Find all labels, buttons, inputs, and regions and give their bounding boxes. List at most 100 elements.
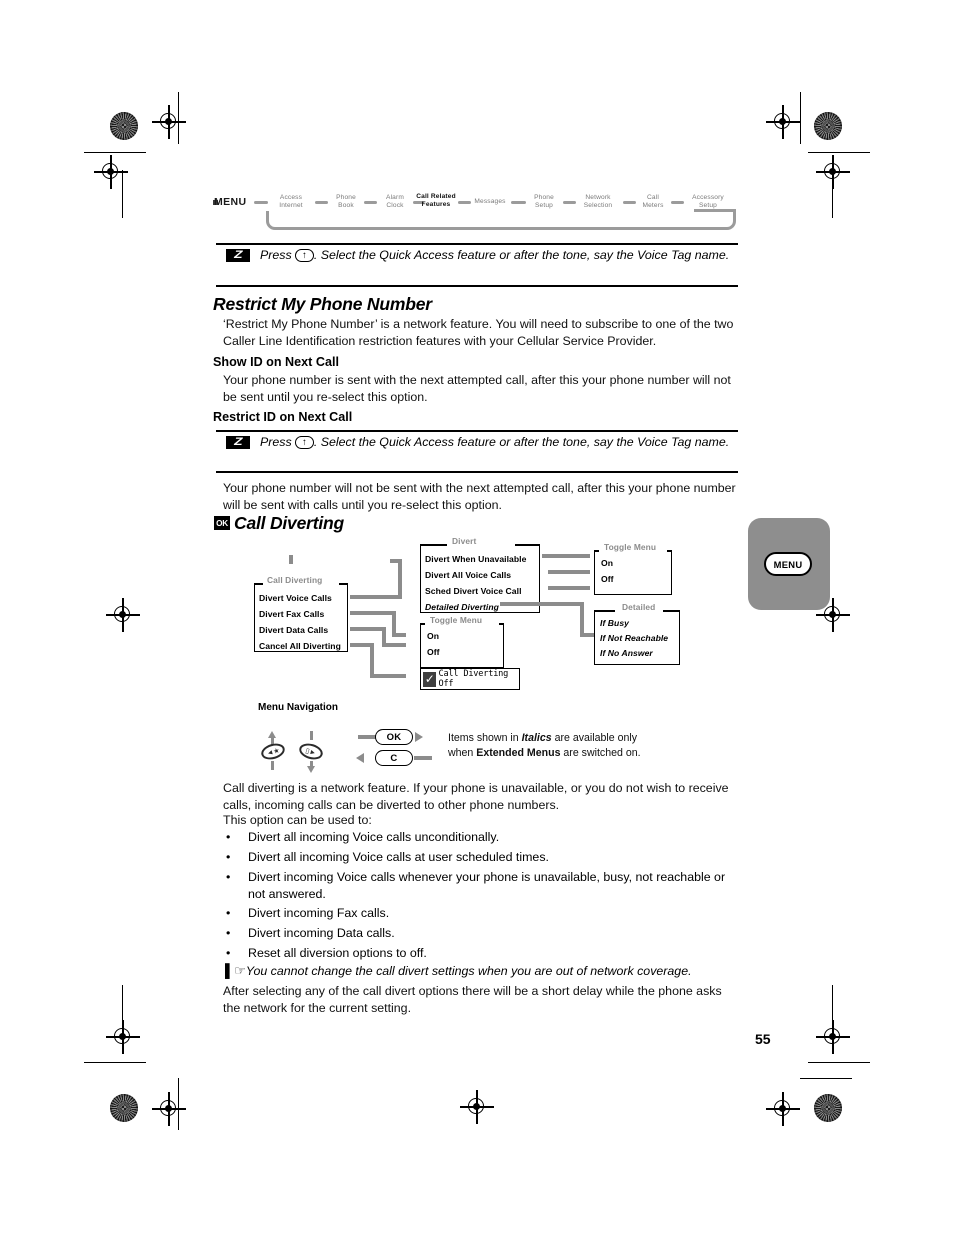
box-top-right-segment (663, 610, 679, 612)
diagram-box-caption: Toggle Menu (601, 542, 660, 552)
breadcrumb-item-line1: Phone (336, 194, 356, 201)
crop-line-top-left-h (84, 152, 146, 154)
density-patch-top-left (110, 112, 138, 140)
breadcrumb-item-line1: Accessory (692, 194, 724, 201)
breadcrumb-item-phone-book[interactable]: Phone Book (327, 194, 365, 209)
clear-line-right (414, 756, 432, 760)
up-key-cap: ↑ (295, 249, 314, 262)
diagram-item-divert-fax-calls[interactable]: Divert Fax Calls (259, 609, 324, 619)
crop-line-top-right-v (800, 92, 802, 144)
box-top-right-segment (339, 583, 347, 585)
connector-cancel-v (370, 643, 374, 678)
breadcrumb-item-phone-setup[interactable]: Phone Setup (524, 194, 564, 209)
show-id-body: Your phone number is sent with the next … (223, 373, 731, 404)
nav-key-right[interactable]: ▯► (297, 740, 325, 763)
call-diverting-intro2: This option can be used to: (223, 813, 372, 827)
registration-mark-bottom-left (152, 1092, 186, 1126)
legend-note-text: Items shown in Italics are available onl… (448, 731, 648, 760)
breadcrumb-item-line2: Setup (535, 201, 553, 209)
note-second-text: Press ↑. Select the Quick Access feature… (260, 434, 738, 451)
menu-navigation-title: Menu Navigation (258, 702, 339, 713)
breadcrumb-item-network-selection[interactable]: Network Selection (574, 194, 622, 209)
diagram-box-toggle-menu-top: Toggle Menu On Off (594, 542, 672, 595)
note-second-press-label: Press (260, 435, 296, 449)
diagram-checkbox-call-diverting-off[interactable]: ✓ Call Diverting Off (420, 668, 520, 690)
diagram-item-sched-divert-voice-call[interactable]: Sched Divert Voice Call (425, 586, 522, 596)
ok-button[interactable]: OK (375, 729, 413, 745)
diagram-item-divert-voice-calls[interactable]: Divert Voice Calls (259, 593, 332, 603)
diagram-item-toggle-off[interactable]: Off (601, 574, 614, 584)
up-key-cap: ↑ (295, 436, 314, 449)
breadcrumb-item-line2: Setup (699, 201, 717, 209)
connector-unavailable-to-toggle (542, 554, 590, 558)
diagram-box-caption: Call Diverting (264, 575, 326, 585)
breadcrumb-item-line2: Selection (583, 201, 613, 209)
crop-line-bottom-left-v (178, 1078, 180, 1130)
diagram-item-if-not-reachable[interactable]: If Not Reachable (600, 633, 668, 643)
call-diverting-intro1: Call diverting is a network feature. If … (223, 781, 729, 812)
ok-badge-icon: OK (214, 516, 230, 530)
connector-cancel-tip (370, 674, 406, 678)
diagram-item-toggle-on[interactable]: On (427, 631, 439, 641)
breadcrumb-dash (254, 201, 268, 205)
diagram-item-if-busy[interactable]: If Busy (600, 618, 629, 628)
diagram-item-toggle-off[interactable]: Off (427, 647, 440, 657)
show-id-heading: Show ID on Next Call (213, 355, 339, 369)
breadcrumb-rail (266, 211, 736, 230)
registration-mark-left-lower (106, 1020, 140, 1054)
voice-tag-icon: Z (226, 249, 250, 262)
diagram-item-toggle-on[interactable]: On (601, 558, 613, 568)
box-top-left-segment (255, 583, 263, 585)
diagram-item-detailed-diverting[interactable]: Detailed Diverting (425, 602, 499, 612)
density-patch-top-right (814, 112, 842, 140)
nav-key-left[interactable]: ◄★ (259, 740, 287, 763)
side-tab-menu[interactable]: MENU (748, 518, 830, 610)
bullet-text: Divert incoming Data calls. (248, 926, 395, 940)
breadcrumb-item-access-internet[interactable]: Access Internet (268, 194, 314, 209)
page-title: Restrict My Phone Number (213, 294, 432, 314)
diagram-item-divert-all-voice-calls[interactable]: Divert All Voice Calls (425, 570, 511, 580)
connector-voice-h (350, 595, 402, 599)
legend-note-extended-menus: Extended Menus (476, 746, 561, 759)
list-item: • Divert incoming Voice calls whenever y… (226, 869, 734, 902)
breadcrumb-item-line1: Access (279, 194, 303, 201)
registration-mark-top-right (766, 105, 800, 139)
legend-note-part1: Items shown in (448, 732, 522, 744)
diagram-item-if-no-answer[interactable]: If No Answer (600, 648, 653, 658)
connector-data-h (350, 627, 386, 631)
list-item: • Reset all diversion options to off. (226, 945, 734, 962)
list-item: • Divert all incoming Voice calls uncond… (226, 829, 734, 846)
diagram-entry-stub (289, 555, 293, 564)
note-second-rule-above (216, 430, 738, 432)
diagram-box-toggle-menu-mid: Toggle Menu On Off (420, 615, 504, 668)
connector-allvoice-to-toggle (548, 570, 590, 574)
breadcrumb-menu-label: MENU (214, 196, 247, 208)
diagram-item-divert-when-unavailable[interactable]: Divert When Unavailable (425, 554, 526, 564)
nav-up-arrow-icon (268, 731, 276, 738)
nav-down-arrow-icon (307, 766, 315, 773)
bullet-icon: • (226, 830, 231, 844)
checkmark-icon: ✓ (423, 671, 437, 687)
connector-sched-to-toggle (548, 586, 590, 590)
breadcrumb: MENU Access Internet Phone Book Alarm Cl… (213, 190, 738, 232)
diagram-item-cancel-all-diverting[interactable]: Cancel All Diverting (259, 641, 341, 651)
clear-button[interactable]: C (375, 750, 413, 766)
call-diverting-heading: Call Diverting (234, 513, 345, 533)
breadcrumb-item-line1: Phone (534, 194, 554, 201)
breadcrumb-item-call-meters[interactable]: Call Meters (634, 194, 672, 209)
registration-mark-right-lower (816, 1020, 850, 1054)
diagram-box-caption: Divert (449, 536, 480, 546)
breadcrumb-item-accessory-setup[interactable]: Accessory Setup (683, 194, 733, 209)
bullet-text: Divert incoming Fax calls. (248, 906, 390, 920)
breadcrumb-item-messages[interactable]: Messages (468, 198, 512, 206)
diagram-item-divert-data-calls[interactable]: Divert Data Calls (259, 625, 328, 635)
connector-detailed-tip (580, 633, 594, 637)
box-top-right-segment (515, 544, 539, 546)
note-top-rest: . Select the Quick Access feature or aft… (313, 248, 730, 262)
restrict-intro-text: ‘Restrict My Phone Number’ is a network … (223, 317, 734, 348)
crop-line-top-right-h (808, 152, 870, 154)
restrict-id-body: Your phone number will not be sent with … (223, 481, 736, 512)
diagram-box-detailed: Detailed If Busy If Not Reachable If No … (594, 602, 680, 665)
legend-note-part4: are switched on. (560, 746, 641, 759)
connector-data-tip (382, 643, 406, 647)
